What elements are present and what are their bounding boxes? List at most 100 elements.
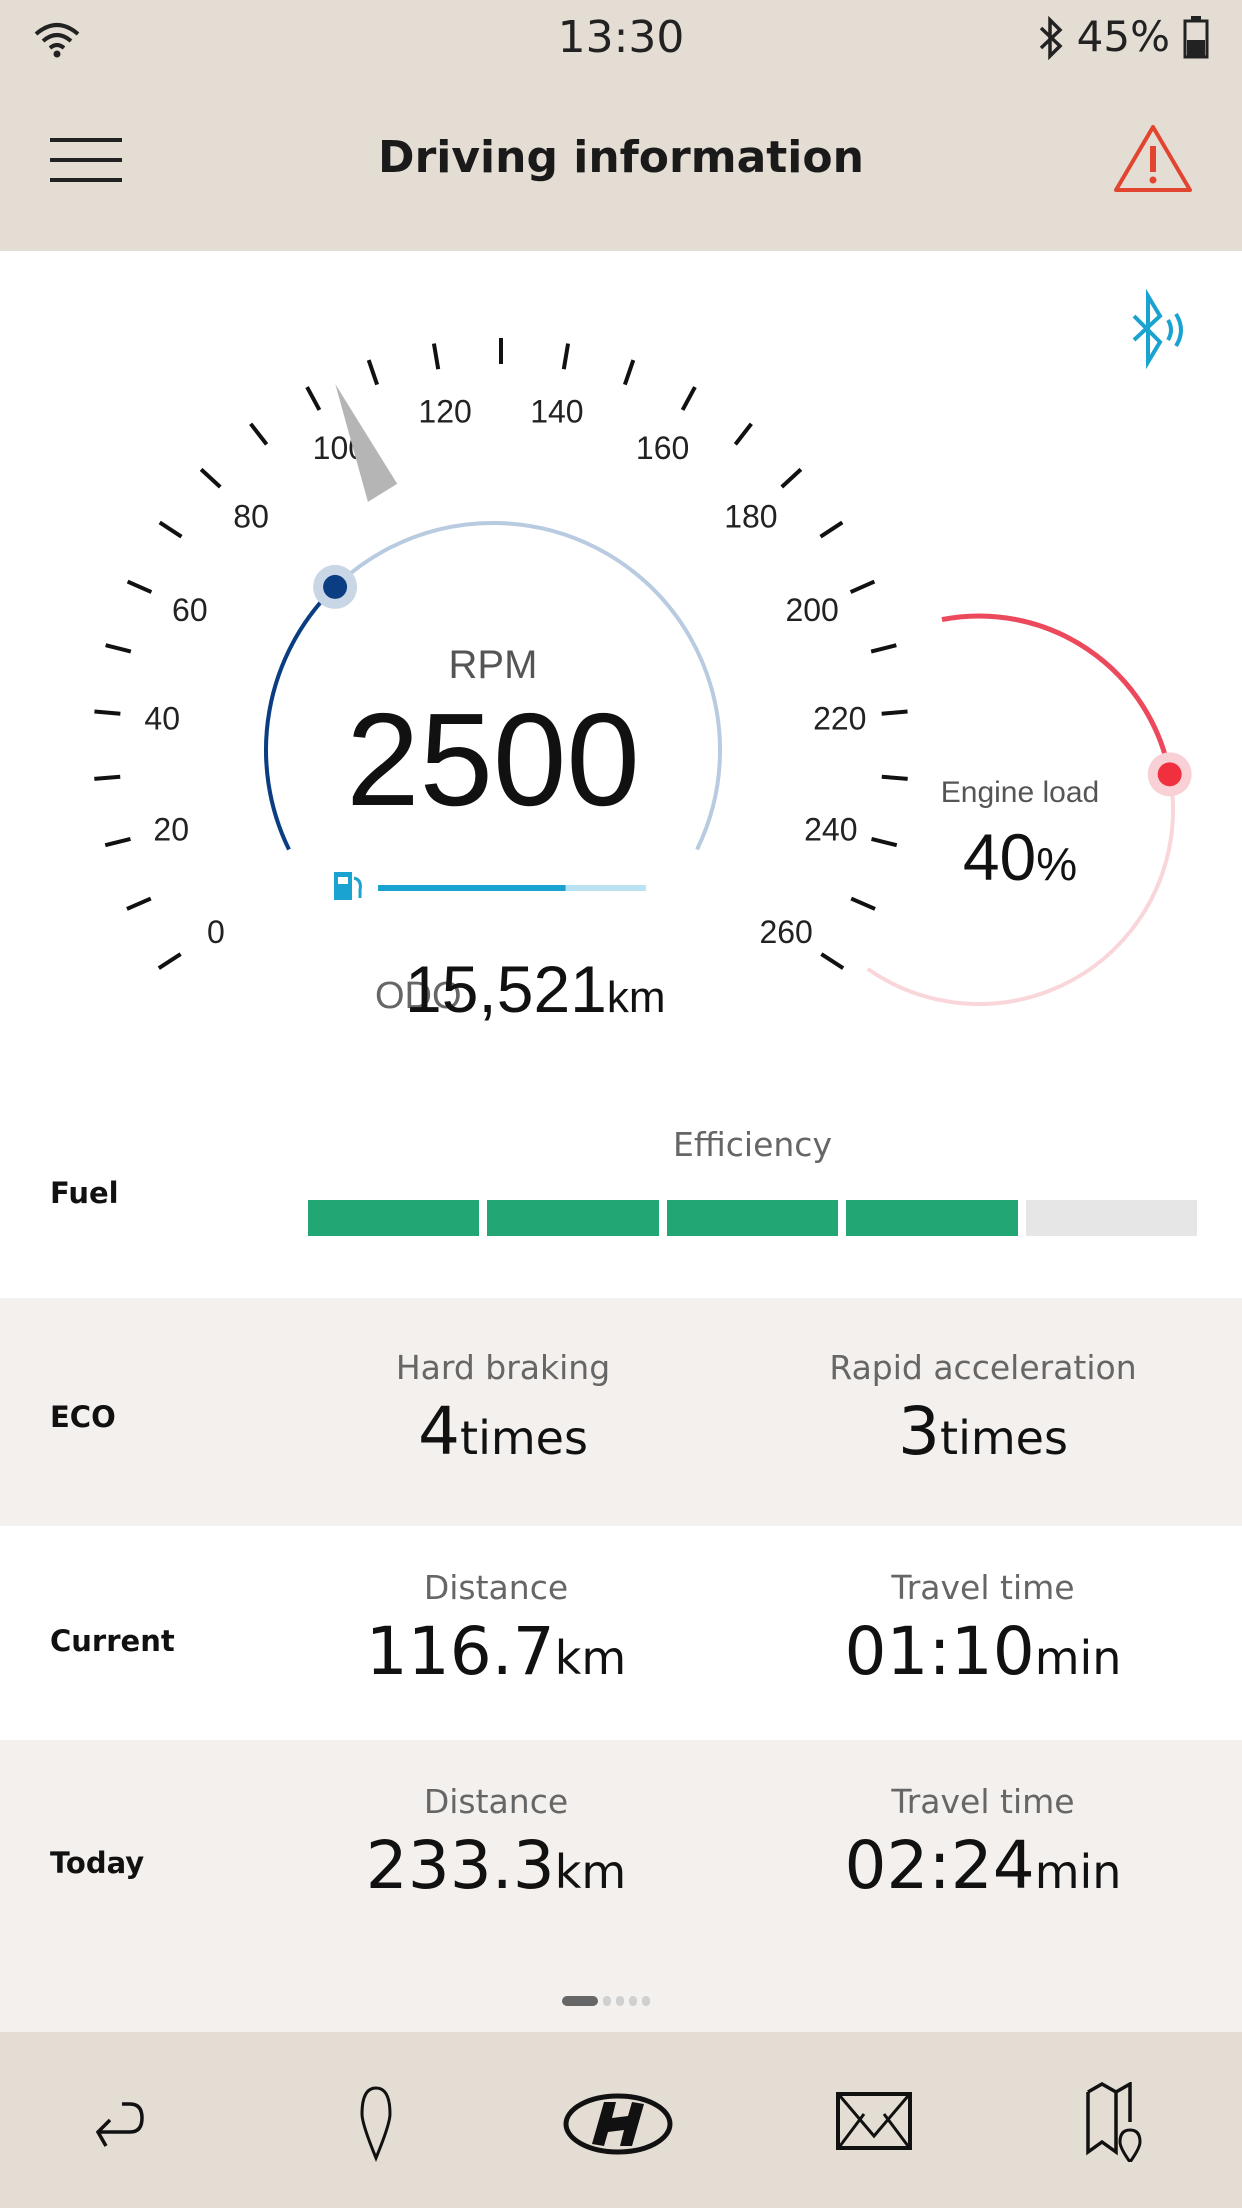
page-indicator[interactable] [562, 1996, 650, 2006]
speed-tick-label: 200 [785, 592, 838, 628]
map-icon[interactable] [1084, 2082, 1164, 2162]
bottom-nav [0, 2032, 1242, 2208]
speed-tick [126, 579, 153, 594]
battery-percent: 45% [1076, 12, 1170, 61]
speed-tick [849, 579, 876, 594]
page-dot[interactable] [629, 1996, 637, 2006]
warning-icon[interactable] [1112, 122, 1194, 194]
hyundai-logo-icon[interactable] [562, 2082, 674, 2162]
rpm-label: RPM [449, 643, 538, 687]
speed-tick [820, 952, 845, 970]
fuel-level-fill [378, 885, 566, 891]
page-title: Driving information [378, 132, 864, 183]
battery-icon [1183, 16, 1209, 59]
location-pin-icon[interactable] [336, 2082, 416, 2162]
current-distance-stat: Distance 116.7km [236, 1568, 756, 1690]
eco-label: ECO [50, 1400, 116, 1434]
engine-load-value: 40% [963, 820, 1077, 894]
speed-tick-label: 180 [724, 498, 777, 534]
speed-tick-label: 240 [804, 812, 857, 848]
rapid-acceleration-stat: Rapid acceleration 3times [723, 1348, 1242, 1470]
bluetooth-connected-icon[interactable] [1132, 288, 1183, 370]
speed-tick [780, 467, 803, 489]
efficiency-segment [487, 1200, 659, 1236]
bluetooth-icon [1039, 16, 1063, 60]
rpm-indicator-dot [323, 574, 348, 599]
speed-tick [249, 422, 269, 446]
travel-time-value: 02:24min [844, 1827, 1122, 1904]
speed-tick-label: 80 [233, 498, 269, 534]
travel-time-label: Travel time [891, 1782, 1075, 1821]
page-dot[interactable] [562, 1996, 598, 2006]
speed-tick-label: 220 [813, 700, 866, 736]
fuel-pump-icon [334, 872, 362, 900]
status-bar: 13:30 45% [0, 0, 1242, 78]
efficiency-label: Efficiency [673, 1125, 832, 1164]
hard-braking-value: 4times [418, 1393, 588, 1470]
eco-row: ECO Hard braking 4times Rapid acceleratio… [0, 1298, 1242, 1526]
speed-tick-label: 60 [172, 592, 208, 628]
today-distance-stat: Distance 233.3km [236, 1782, 756, 1904]
speed-tick [680, 386, 697, 411]
speed-tick [870, 643, 897, 654]
speed-tick [199, 467, 222, 489]
speed-tick [733, 422, 753, 446]
speed-tick [126, 896, 152, 911]
current-row: Current Distance 116.7km Travel time 01:10… [0, 1526, 1242, 1740]
speed-tick [881, 774, 908, 781]
distance-label: Distance [423, 1568, 569, 1607]
efficiency-segment [666, 1200, 839, 1236]
hard-braking-stat: Hard braking 4times [243, 1348, 763, 1470]
efficiency-bar [308, 1200, 1198, 1236]
today-row: Today Distance 233.3km Travel time 02:24mi… [0, 1740, 1242, 2032]
speed-tick-label: 0 [207, 914, 225, 950]
travel-time-label: Travel time [891, 1568, 1075, 1607]
current-travel-time-stat: Travel time 01:10min [723, 1568, 1242, 1690]
speed-tick [431, 343, 441, 370]
page-dot[interactable] [642, 1996, 650, 2006]
speed-tick-label: 120 [418, 394, 471, 430]
back-icon[interactable] [84, 2082, 164, 2162]
engine-load-arc-fill [941, 613, 1173, 775]
odo-value: 15,521km [405, 952, 666, 1026]
mail-icon[interactable] [834, 2082, 914, 2162]
distance-value: 116.7km [365, 1613, 627, 1690]
speed-tick [158, 520, 183, 539]
efficiency-segment [308, 1200, 480, 1236]
speed-tick [850, 896, 876, 911]
engine-load-arc-track [866, 614, 1175, 1006]
speed-tick [561, 343, 571, 370]
rpm-arc-fill [264, 585, 337, 851]
speed-tick-label: 20 [153, 812, 189, 848]
page-dot[interactable] [616, 1996, 624, 2006]
distance-label: Distance [423, 1782, 569, 1821]
rpm-value: 2500 [346, 686, 640, 833]
speed-tick-label: 260 [759, 914, 812, 950]
travel-time-value: 01:10min [844, 1613, 1122, 1690]
speed-tick [104, 836, 131, 848]
engine-load-indicator-dot [1157, 762, 1182, 787]
current-label: Current [50, 1624, 175, 1658]
fuel-efficiency-section: Efficiency Fuel [0, 1110, 1242, 1298]
speed-tick [819, 520, 844, 539]
rapid-acceleration-value: 3times [898, 1393, 1068, 1470]
rapid-acceleration-label: Rapid acceleration [829, 1348, 1137, 1387]
speed-tick [622, 359, 636, 386]
speed-tick [105, 643, 132, 654]
hard-braking-label: Hard braking [395, 1348, 611, 1387]
page-dot[interactable] [603, 1996, 611, 2006]
speed-tick-label: 40 [144, 700, 180, 736]
speed-tick-label: 160 [636, 430, 689, 466]
speed-tick [366, 359, 380, 386]
speed-tick [881, 709, 908, 716]
speed-tick [871, 836, 898, 848]
speed-tick-label: 140 [530, 394, 583, 430]
efficiency-segment [846, 1200, 1018, 1236]
engine-load-label: Engine load [941, 776, 1099, 809]
speed-tick [305, 386, 322, 411]
speed-tick [94, 774, 121, 781]
speed-tick [94, 709, 121, 716]
efficiency-segment [1025, 1200, 1198, 1236]
today-label: Today [50, 1846, 145, 1880]
app-header: Driving information [0, 78, 1242, 251]
